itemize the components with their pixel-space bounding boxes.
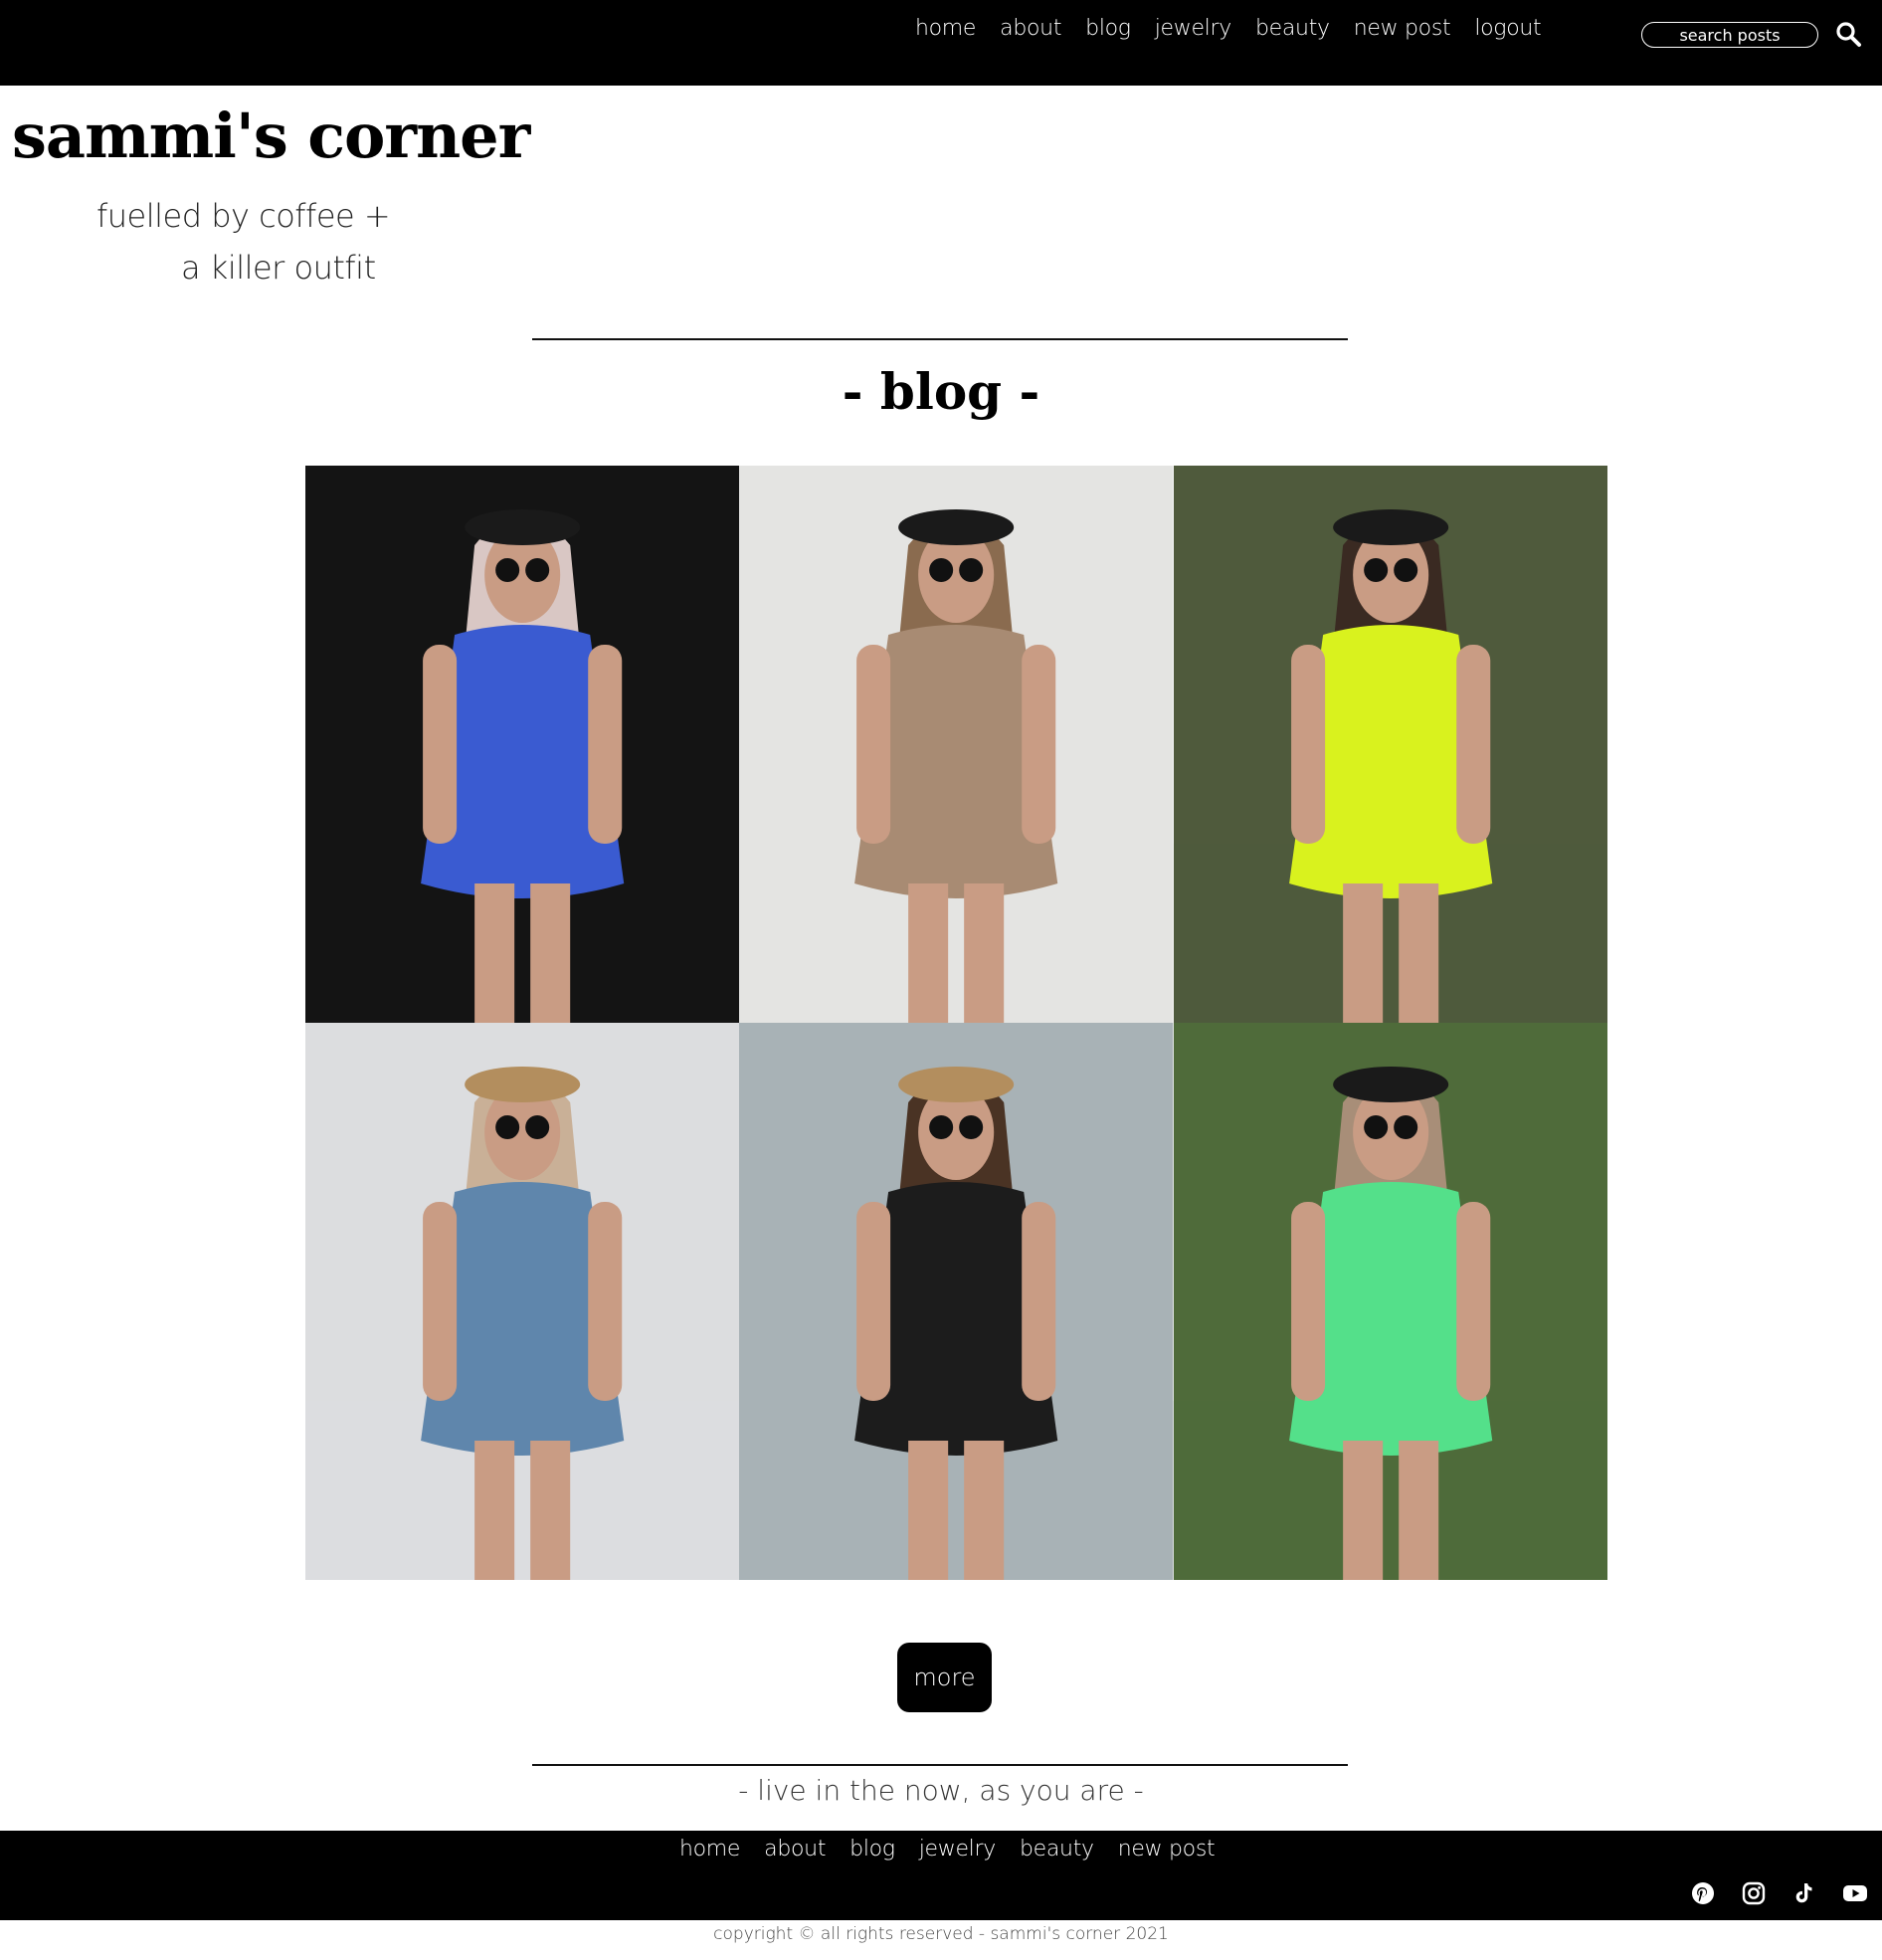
post-denim-dress-straw-hat[interactable] — [305, 1023, 740, 1580]
tiktok-icon[interactable] — [1790, 1880, 1816, 1906]
post-photo — [1173, 1023, 1607, 1580]
divider-top — [532, 338, 1348, 340]
nav-new-post[interactable]: new post — [1354, 16, 1451, 41]
search-input[interactable] — [1641, 22, 1818, 48]
post-photo — [739, 1023, 1174, 1580]
main-nav: home about blog jewelry beauty new post … — [915, 16, 1565, 41]
instagram-icon[interactable] — [1741, 1880, 1767, 1906]
footer-nav-beauty[interactable]: beauty — [1020, 1837, 1094, 1862]
footer-nav-home[interactable]: home — [679, 1837, 740, 1862]
search-icon[interactable] — [1834, 20, 1862, 48]
footer-nav-jewelry[interactable]: jewelry — [919, 1837, 997, 1862]
nav-logout[interactable]: logout — [1474, 16, 1541, 41]
tagline-line-2: a killer outfit — [181, 249, 376, 287]
top-nav-bar: home about blog jewelry beauty new post … — [0, 0, 1882, 86]
footer-nav-blog[interactable]: blog — [849, 1837, 895, 1862]
footer-nav: home about blog jewelry beauty new post — [679, 1837, 1238, 1862]
post-denim-jacket[interactable] — [305, 466, 740, 1023]
footer-bar: home about blog jewelry beauty new post — [0, 1831, 1882, 1920]
pinterest-icon[interactable] — [1690, 1880, 1716, 1906]
footer-quote: - live in the now, as you are - — [738, 1774, 1144, 1807]
nav-home[interactable]: home — [915, 16, 976, 41]
tagline-line-1: fuelled by coffee + — [96, 197, 391, 235]
divider-bottom — [532, 1764, 1348, 1766]
post-photo — [305, 466, 740, 1023]
post-black-dress-river[interactable] — [739, 1023, 1174, 1580]
post-green-dress-garden[interactable] — [1173, 1023, 1607, 1580]
post-photo — [305, 1023, 740, 1580]
post-photo — [739, 466, 1174, 1023]
more-button[interactable]: more — [897, 1643, 992, 1712]
nav-beauty[interactable]: beauty — [1255, 16, 1330, 41]
section-title: - blog - — [842, 362, 1040, 421]
copyright-text: copyright © all rights reserved - sammi'… — [713, 1924, 1169, 1944]
nav-blog[interactable]: blog — [1085, 16, 1131, 41]
post-beret-beige-pants[interactable] — [739, 466, 1174, 1023]
youtube-icon[interactable] — [1842, 1880, 1868, 1906]
footer-nav-about[interactable]: about — [764, 1837, 826, 1862]
post-neon-yellow-dress[interactable] — [1173, 466, 1607, 1023]
nav-about[interactable]: about — [1000, 16, 1061, 41]
nav-jewelry[interactable]: jewelry — [1155, 16, 1232, 41]
footer-nav-new-post[interactable]: new post — [1118, 1837, 1216, 1862]
blog-post-grid — [305, 466, 1607, 1580]
site-title: sammi's corner — [12, 99, 530, 172]
post-photo — [1173, 466, 1607, 1023]
